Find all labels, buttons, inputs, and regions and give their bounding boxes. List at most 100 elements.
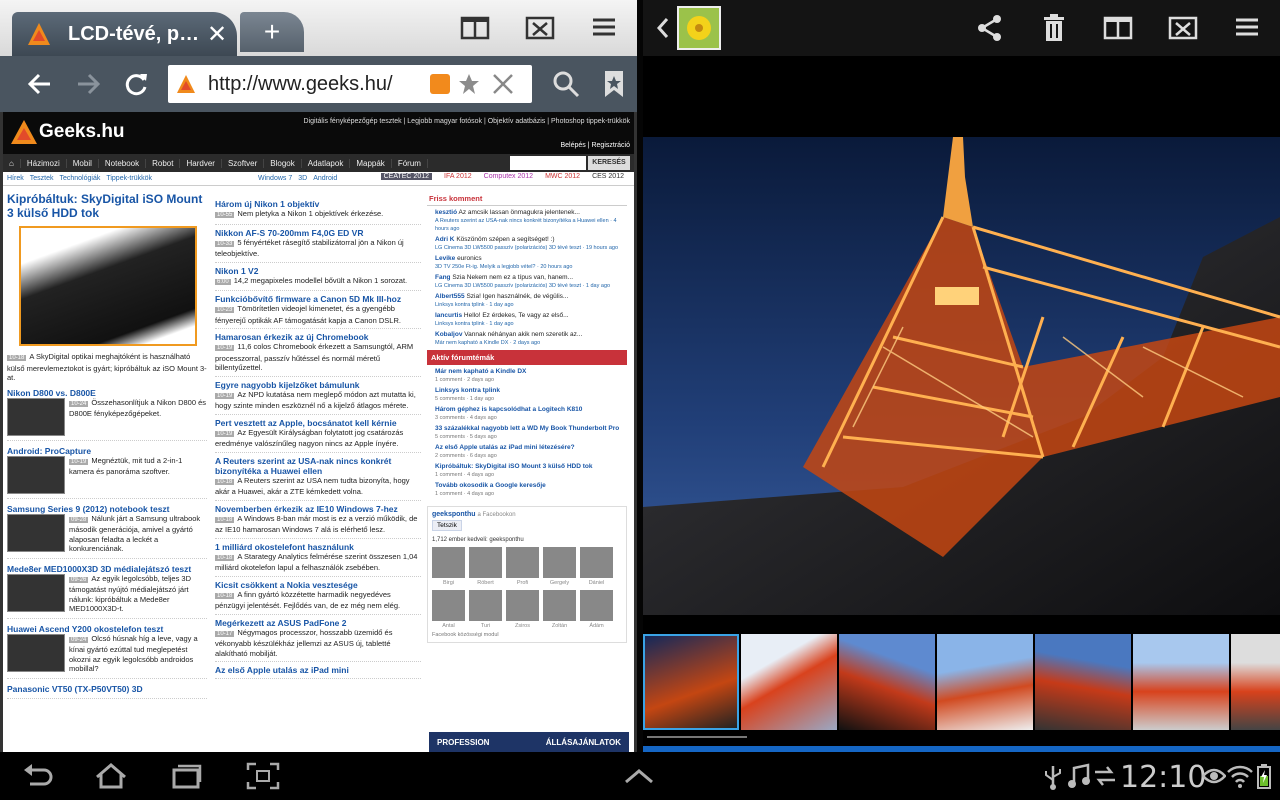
- subnav-item[interactable]: Windows 7: [258, 175, 292, 182]
- news-title[interactable]: Megérkezett az ASUS PadFone 2: [215, 618, 421, 628]
- back-arrow-icon[interactable]: [24, 68, 56, 100]
- comment-meta[interactable]: Már nem kapható a Kindle DX · 2 days ago: [435, 340, 540, 346]
- news-title[interactable]: A Reuters szerint az USA-nak nincs konkr…: [215, 456, 421, 476]
- news-title[interactable]: Három új Nikon 1 objektív: [215, 199, 421, 209]
- news-item[interactable]: 1 milliárd okostelefont használunk 10-18 A…: [215, 542, 421, 577]
- forum-item[interactable]: Az első Apple utalás az iPad mini létezé…: [435, 444, 627, 460]
- comment-user[interactable]: Levike: [435, 255, 455, 262]
- back-chevron-icon[interactable]: [655, 16, 671, 40]
- news-title[interactable]: Pert vesztett az Apple, bocsánatot kell …: [215, 418, 421, 428]
- forum-title[interactable]: Három géphez is kapcsolódhat a Logitech …: [435, 406, 582, 413]
- delete-trash-icon[interactable]: [1039, 14, 1069, 42]
- news-title[interactable]: Nikkon AF-S 70-200mm F4,0G ED VR: [215, 228, 421, 238]
- new-tab-button[interactable]: +: [240, 12, 304, 52]
- forum-title[interactable]: Az első Apple utalás az iPad mini létezé…: [435, 444, 575, 451]
- news-item[interactable]: Három új Nikon 1 objektív 10-55 Nem pletyk…: [215, 199, 421, 225]
- share-icon[interactable]: [975, 14, 1005, 42]
- list-item[interactable]: Huawei Ascend Y200 okostelefon teszt 09-…: [7, 624, 207, 679]
- fb-person[interactable]: Antal: [432, 590, 465, 629]
- fb-person[interactable]: Zsiros: [506, 590, 539, 629]
- forum-item[interactable]: Tovább okosodik a Google keresője 1 comme…: [435, 482, 627, 498]
- bookmarks-icon[interactable]: [598, 68, 630, 100]
- close-window-icon[interactable]: [525, 14, 555, 42]
- news-title[interactable]: Hamarosan érkezik az új Chromebook: [215, 332, 421, 342]
- browser-tab[interactable]: LCD-tévé, p… ✕: [12, 12, 237, 56]
- fb-person[interactable]: Birgi: [432, 547, 465, 586]
- subnav-item[interactable]: Technológiák: [59, 175, 100, 182]
- nav-item[interactable]: Fórum: [392, 158, 428, 168]
- comment-item[interactable]: Kobaljov Vannak néhányan akik nem szeret…: [435, 331, 627, 347]
- split-view-icon[interactable]: [1103, 14, 1133, 42]
- news-title[interactable]: 1 milliárd okostelefont használunk: [215, 542, 421, 552]
- home-icon[interactable]: ⌂: [3, 158, 21, 168]
- news-item[interactable]: Nikon 1 V2 6:00 14,2 megapixeles modellel …: [215, 266, 421, 291]
- article-thumbnail[interactable]: [7, 513, 65, 552]
- featured-title[interactable]: Kipróbáltuk: SkyDigital iSO Mount 3 küls…: [7, 192, 207, 220]
- subnav-item[interactable]: 3D: [298, 175, 307, 182]
- list-item[interactable]: Nikon D800 vs. D800E 10-24 Összehasonlítj…: [7, 388, 207, 441]
- event-link[interactable]: CEATEC 2012: [380, 173, 432, 180]
- subnav-item[interactable]: Android: [313, 175, 337, 182]
- fb-person[interactable]: Gergely: [543, 547, 576, 586]
- forum-item[interactable]: Már nem kapható a Kindle DX 1 comment · 2…: [435, 368, 627, 384]
- news-item[interactable]: Novemberben érkezik az IE10 Windows 7-he…: [215, 504, 421, 539]
- subnav-item[interactable]: Hírek: [7, 175, 24, 182]
- article-title[interactable]: Mede8er MED1000X3D 3D médialejátszó tesz…: [7, 564, 207, 574]
- forum-title[interactable]: Már nem kapható a Kindle DX: [435, 368, 526, 375]
- news-title[interactable]: Az első Apple utalás az iPad mini: [215, 665, 421, 675]
- forum-title[interactable]: 33 százalékkal nagyobb lett a WD My Book…: [435, 425, 619, 432]
- article-title[interactable]: Samsung Series 9 (2012) notebook teszt: [7, 504, 207, 514]
- site-search-input[interactable]: [510, 156, 586, 170]
- web-page[interactable]: Geeks.hu Digitális fényképezőgép tesztek…: [0, 112, 637, 752]
- menu-icon[interactable]: [590, 14, 620, 42]
- nav-item[interactable]: Hardver: [180, 158, 222, 168]
- photo-viewer[interactable]: [643, 137, 1280, 615]
- news-item[interactable]: Az első Apple utalás az iPad mini: [215, 665, 421, 679]
- news-title[interactable]: Egyre nagyobb kijelzőket bámulunk: [215, 380, 421, 390]
- fb-person[interactable]: Profi: [506, 547, 539, 586]
- address-bar[interactable]: http://www.geeks.hu/: [168, 65, 532, 103]
- news-item[interactable]: Kicsit csökkent a Nokia vesztesége 10-18 A…: [215, 580, 421, 615]
- news-item[interactable]: A Reuters szerint az USA-nak nincs konkr…: [215, 456, 421, 501]
- comment-item[interactable]: Fang Szia Nekem nem ez a típus van, hane…: [435, 274, 627, 290]
- news-title[interactable]: Funkcióbővítő firmware a Canon 5D Mk III…: [215, 294, 421, 304]
- event-link[interactable]: IFA 2012: [444, 173, 472, 180]
- article-title[interactable]: Nikon D800 vs. D800E: [7, 388, 207, 398]
- fb-person[interactable]: Zoltán: [543, 590, 576, 629]
- news-item[interactable]: Funkcióbővítő firmware a Canon 5D Mk III…: [215, 294, 421, 329]
- back-icon[interactable]: [20, 762, 54, 790]
- article-thumbnail[interactable]: [7, 455, 65, 494]
- list-item[interactable]: Panasonic VT50 (TX-P50VT50) 3D: [7, 684, 207, 699]
- comment-user[interactable]: kesztió: [435, 209, 457, 216]
- comment-meta[interactable]: Linksys kontra tplink · 1 day ago: [435, 302, 514, 308]
- article-thumbnail[interactable]: [7, 573, 65, 612]
- chevron-up-icon[interactable]: [622, 762, 656, 790]
- fb-person[interactable]: Ádám: [580, 590, 613, 629]
- comment-item[interactable]: Levike euronics 3D TV 250e Ft-ig. Melyik …: [435, 255, 627, 271]
- nav-item[interactable]: Blogok: [264, 158, 302, 168]
- news-title[interactable]: Nikon 1 V2: [215, 266, 421, 276]
- comment-user[interactable]: Kobaljov: [435, 331, 462, 338]
- nav-item[interactable]: Adatlapok: [302, 158, 351, 168]
- menu-icon[interactable]: [1233, 14, 1263, 42]
- bookmark-star-icon[interactable]: [458, 73, 480, 95]
- list-item[interactable]: Mede8er MED1000X3D 3D médialejátszó tesz…: [7, 564, 207, 619]
- nav-item[interactable]: Mobil: [67, 158, 99, 168]
- comment-item[interactable]: Adri K Köszönöm szépen a segítséget! :) L…: [435, 236, 627, 252]
- article-title[interactable]: Android: ProCapture: [7, 446, 207, 456]
- comment-user[interactable]: Adri K: [435, 236, 455, 243]
- nav-item[interactable]: Házimozi: [21, 158, 67, 168]
- news-item[interactable]: Nikkon AF-S 70-200mm F4,0G ED VR 10-33 5 f…: [215, 228, 421, 263]
- clear-url-icon[interactable]: [492, 73, 514, 95]
- rss-icon[interactable]: [430, 74, 450, 94]
- login-links[interactable]: Belépés | Regisztráció: [560, 142, 630, 149]
- article-thumbnail[interactable]: [7, 397, 65, 436]
- filmstrip-thumb[interactable]: [741, 634, 837, 730]
- comment-meta[interactable]: LG Cinema 3D LW5500 passzív (polarizáció…: [435, 283, 610, 289]
- list-item[interactable]: Android: ProCapture 10-19 Megnéztük, mit …: [7, 446, 207, 499]
- news-item[interactable]: Hamarosan érkezik az új Chromebook 10-19 1…: [215, 332, 421, 377]
- fb-person[interactable]: Turi: [469, 590, 502, 629]
- site-top-links[interactable]: Digitális fényképezőgép tesztek | Legjob…: [304, 118, 630, 125]
- forum-title[interactable]: Tovább okosodik a Google keresője: [435, 482, 546, 489]
- forum-title[interactable]: Kipróbáltuk: SkyDigital iSO Mount 3 küls…: [435, 463, 592, 470]
